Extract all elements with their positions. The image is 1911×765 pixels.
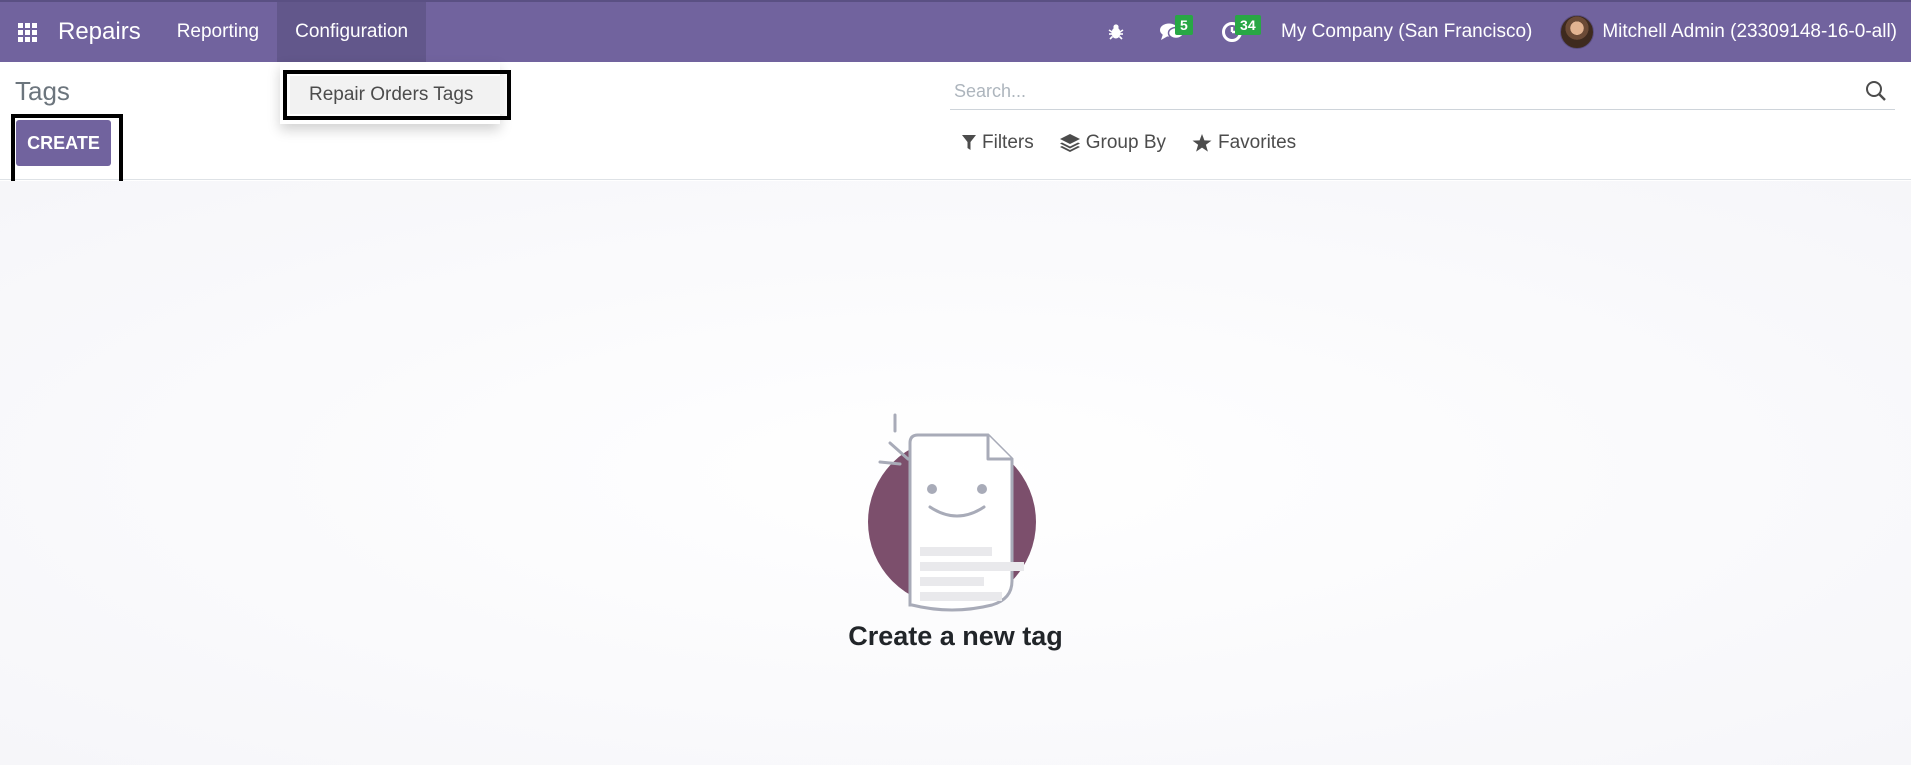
- menu-configuration[interactable]: Configuration: [277, 2, 427, 62]
- messages-icon[interactable]: 5: [1149, 2, 1195, 62]
- filters-label: Filters: [982, 132, 1034, 153]
- create-button[interactable]: CREATE: [16, 120, 111, 166]
- empty-state-title: Create a new tag: [848, 621, 1063, 651]
- filters-toggle[interactable]: Filters: [962, 132, 1034, 154]
- group-by-label: Group By: [1085, 132, 1166, 153]
- star-icon: [1192, 134, 1212, 152]
- menu-reporting[interactable]: Reporting: [159, 2, 277, 62]
- avatar: [1560, 15, 1595, 49]
- user-name: Mitchell Admin (23309148-16-0-all): [1602, 21, 1897, 42]
- systray: 5 34 My Company (San Francisco) Mitchell…: [1093, 2, 1911, 62]
- user-menu[interactable]: Mitchell Admin (23309148-16-0-all): [1546, 15, 1897, 49]
- search-icon[interactable]: [1865, 80, 1887, 107]
- filter-icon: [962, 135, 976, 150]
- search-input[interactable]: [950, 81, 1850, 102]
- messages-badge: 5: [1175, 15, 1193, 35]
- activity-clock-icon[interactable]: 34: [1209, 2, 1261, 62]
- apps-menu-icon[interactable]: [0, 2, 54, 62]
- search-options: Filters Group By Favorites: [962, 132, 1322, 154]
- favorites-label: Favorites: [1218, 132, 1297, 153]
- activities-badge: 34: [1235, 15, 1261, 35]
- bug-icon[interactable]: [1093, 2, 1139, 62]
- search-bar: [950, 74, 1895, 110]
- empty-document-smiley-icon: [868, 413, 1036, 612]
- favorites-toggle[interactable]: Favorites: [1192, 132, 1296, 154]
- main-content: Create a new tag: [0, 181, 1911, 765]
- company-switcher[interactable]: My Company (San Francisco): [1255, 21, 1546, 43]
- app-brand[interactable]: Repairs: [54, 2, 159, 62]
- dropdown-item-highlight: [283, 70, 511, 120]
- top-navbar: Repairs Reporting Configuration 5 34 My …: [0, 0, 1911, 62]
- group-by-toggle[interactable]: Group By: [1059, 132, 1166, 154]
- layers-icon: [1059, 134, 1080, 152]
- breadcrumb: Tags: [15, 76, 70, 106]
